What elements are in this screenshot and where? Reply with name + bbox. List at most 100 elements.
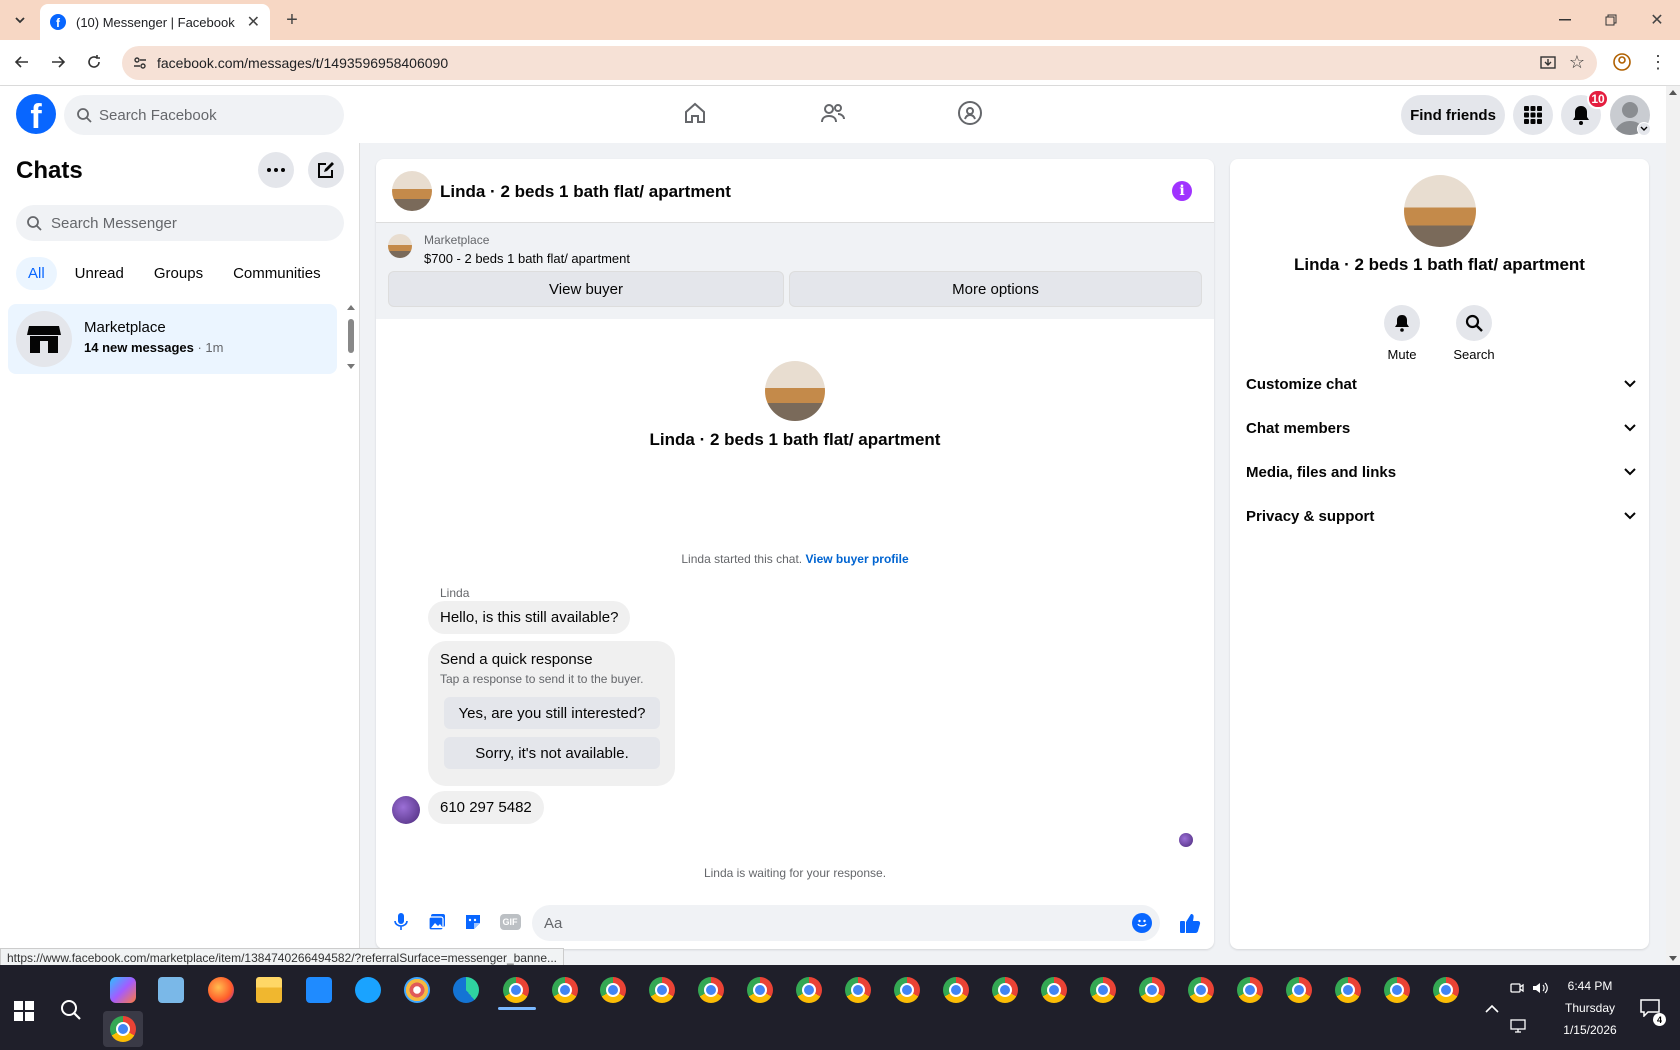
facebook-search-input[interactable]: Search Facebook [64,95,344,135]
minimize-icon[interactable] [1550,8,1580,32]
firefox-icon[interactable] [208,977,234,1003]
menu-grid-icon[interactable] [1513,95,1553,135]
message-bubble[interactable]: Hello, is this still available? [428,601,631,634]
view-buyer-profile-link[interactable]: View buyer profile [805,552,908,566]
forward-icon[interactable] [46,50,70,74]
conversation-info-icon[interactable]: i [1172,181,1192,201]
bookmark-star-icon[interactable]: ☆ [1569,52,1585,73]
sender-avatar[interactable] [392,796,420,824]
camera-status-icon[interactable] [1510,981,1526,997]
new-tab-icon[interactable]: + [280,8,304,32]
chrome-window-icon[interactable] [1139,977,1165,1003]
privacy-support-row[interactable]: Privacy & support [1246,496,1636,536]
sticker-icon[interactable] [462,911,484,933]
address-bar[interactable]: facebook.com/messages/t/1493596958406090… [122,46,1597,80]
view-buyer-button[interactable]: View buyer [388,271,784,307]
show-hidden-icons-icon[interactable] [1485,1001,1501,1017]
clock-time[interactable]: 6:44 PM [1560,979,1620,993]
groups-nav-icon[interactable] [955,98,985,128]
chrome-window-icon[interactable] [943,977,969,1003]
profile-icon[interactable] [1610,50,1634,74]
clock-day[interactable]: Thursday [1560,1001,1620,1015]
more-options-button[interactable]: More options [789,271,1202,307]
customize-chat-row[interactable]: Customize chat [1246,364,1636,404]
close-window-icon[interactable]: ✕ [1642,8,1672,32]
search-in-chat-button[interactable] [1456,305,1492,341]
network-icon[interactable] [1510,1019,1528,1035]
friends-nav-icon[interactable] [818,98,848,128]
chat-list-item[interactable]: Marketplace 14 new messages · 1m [8,304,337,374]
media-files-links-row[interactable]: Media, files and links [1246,452,1636,492]
copilot-icon[interactable] [110,977,136,1003]
chrome-window-icon[interactable] [796,977,822,1003]
skype-icon[interactable] [355,977,381,1003]
paint-icon[interactable] [404,977,430,1003]
thumbs-up-icon[interactable] [1178,911,1202,935]
chrome-window-icon[interactable] [992,977,1018,1003]
chrome-window-icon[interactable] [747,977,773,1003]
home-nav-icon[interactable] [680,98,710,128]
restore-icon[interactable] [1596,8,1626,32]
file-explorer-icon[interactable] [256,977,282,1003]
chat-options-icon[interactable] [258,152,294,188]
listing-thumbnail[interactable] [388,234,412,258]
store-icon[interactable] [306,977,332,1003]
banner-item[interactable]: $700 - 2 beds 1 bath flat/ apartment [424,251,630,266]
install-app-icon[interactable] [1539,54,1557,75]
chrome-window-icon[interactable] [503,977,529,1003]
chrome-window-icon[interactable] [1188,977,1214,1003]
quick-reply-unavailable-button[interactable]: Sorry, it's not available. [444,737,660,769]
browser-menu-icon[interactable]: ⋮ [1646,50,1670,74]
close-tab-icon[interactable]: ✕ [247,12,260,32]
chat-members-row[interactable]: Chat members [1246,408,1636,448]
notepad-icon[interactable] [158,977,184,1003]
windows-start-icon[interactable] [14,1001,34,1021]
scroll-up-arrow-icon[interactable] [347,305,355,310]
conversation-avatar[interactable] [392,171,432,211]
clock-date[interactable]: 1/15/2026 [1558,1023,1622,1037]
chrome-window-icon[interactable] [698,977,724,1003]
scroll-down-arrow-icon[interactable] [1669,956,1677,961]
messenger-search-input[interactable]: Search Messenger [16,205,344,241]
microphone-icon[interactable] [390,911,412,933]
filter-tab-groups[interactable]: Groups [142,257,215,290]
chrome-window-icon[interactable] [552,977,578,1003]
chrome-window-icon[interactable] [600,977,626,1003]
filter-tab-unread[interactable]: Unread [63,257,136,290]
chrome-window-icon[interactable] [1335,977,1361,1003]
filter-tab-communities[interactable]: Communities [221,257,333,290]
chrome-window-icon[interactable] [1041,977,1067,1003]
reload-icon[interactable] [82,50,106,74]
gif-icon[interactable]: GIF [497,911,523,933]
chrome-window-icon[interactable] [649,977,675,1003]
filter-tab-all[interactable]: All [16,257,57,290]
back-icon[interactable] [10,50,34,74]
message-bubble[interactable]: 610 297 5482 [428,791,544,824]
page-scrollbar[interactable] [1666,86,1680,965]
site-info-icon[interactable] [132,55,148,74]
taskbar-search-icon[interactable] [60,999,84,1023]
quick-reply-interested-button[interactable]: Yes, are you still interested? [444,697,660,729]
browser-tab[interactable]: f (10) Messenger | Facebook ✕ [40,4,270,40]
message-input[interactable]: Aa [532,905,1160,941]
edge-icon[interactable] [453,977,479,1003]
conversation-title[interactable]: Linda · 2 beds 1 bath flat/ apartment [440,182,731,202]
chrome-active-group[interactable] [103,1011,143,1047]
find-friends-button[interactable]: Find friends [1401,95,1505,135]
volume-icon[interactable] [1532,981,1550,997]
chrome-window-icon[interactable] [894,977,920,1003]
chrome-window-icon[interactable] [1433,977,1459,1003]
chat-list-scrollbar[interactable] [345,303,357,375]
scroll-down-arrow-icon[interactable] [347,364,355,369]
tab-search-chevron-icon[interactable] [8,8,32,32]
chrome-window-icon[interactable] [1090,977,1116,1003]
new-message-icon[interactable] [308,152,344,188]
info-avatar[interactable] [1404,175,1476,247]
chrome-window-icon[interactable] [1286,977,1312,1003]
scroll-thumb[interactable] [348,319,354,353]
mute-button[interactable] [1384,305,1420,341]
facebook-logo-icon[interactable]: f [16,94,56,134]
photo-icon[interactable] [426,911,448,933]
chrome-window-icon[interactable] [1237,977,1263,1003]
account-chevron-icon[interactable] [1637,122,1651,136]
